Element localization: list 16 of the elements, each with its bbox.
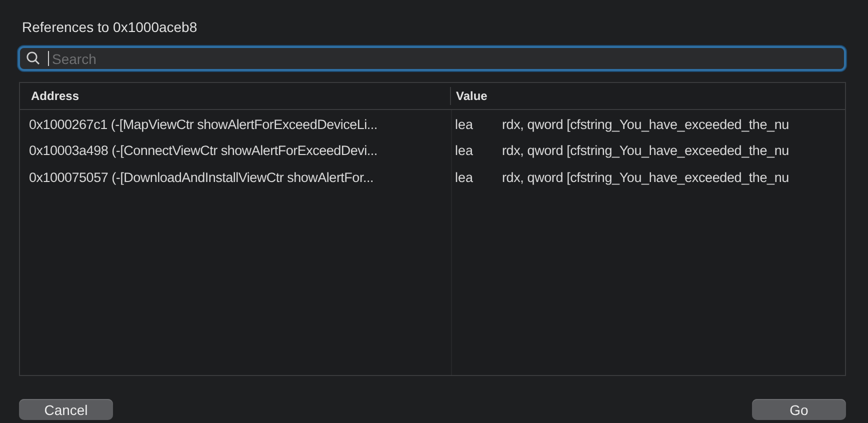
operand-cell-text: rdx, qword [cfstring_You_have_exceeded_the_nu [502,143,790,158]
address-cell-text: 0x100075057 (-[DownloadAndInstallViewCtr showAlertFor... [28,170,374,185]
mnemonic-cell-text: lea [454,116,474,132]
address-cell-text: 0x1000267c1 (-[MapViewCtr showAlertForExceedDeviceLi... [28,116,378,132]
dialog-button[interactable]: Go [752,399,846,420]
dialog-button[interactable]: Cancel [19,399,113,420]
operand-cell-text: rdx, qword [cfstring_You_have_exceeded_the_nu [502,170,790,185]
mnemonic-cell-text: lea [454,170,474,185]
dialog-title: References to 0x1000aceb8 [21,19,198,37]
address-cell-text: 0x10003a498 (-[ConnectViewCtr showAlertForExceedDevi... [28,143,378,158]
column-header[interactable]: Value [450,87,845,105]
search-icon [26,51,40,65]
search-field[interactable]: Search [18,46,846,71]
column-header[interactable]: Address [20,89,450,103]
operand-cell-text: rdx, qword [cfstring_You_have_exceeded_the_nu [502,116,790,132]
mnemonic-cell-text: lea [454,143,474,158]
